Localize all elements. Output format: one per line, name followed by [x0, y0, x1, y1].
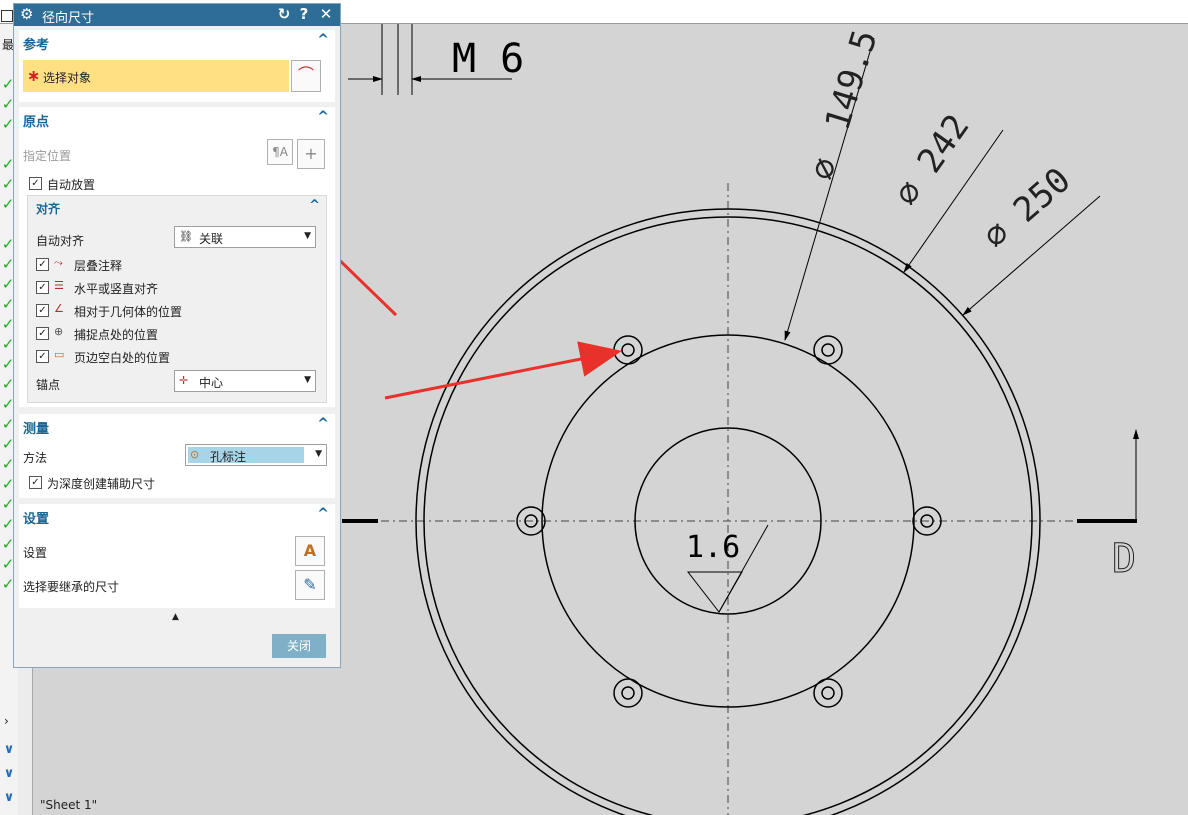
hole-1 — [613, 335, 643, 365]
chevron-down-icon: ▼ — [315, 449, 322, 459]
hole-6 — [813, 678, 843, 708]
origin-header[interactable]: 原点 — [23, 111, 49, 130]
collapse-caret-icon[interactable]: ^ — [317, 109, 329, 125]
horiz-vert-align-checkbox[interactable]: ✓ — [36, 281, 49, 294]
dialog-title: 径向尺寸 — [42, 11, 95, 26]
method-label: 方法 — [23, 451, 48, 465]
anchor-label: 锚点 — [36, 378, 61, 392]
auto-place-checkbox[interactable]: ✓ — [29, 177, 42, 190]
snap-point-checkbox[interactable]: ✓ — [36, 327, 49, 340]
associative-icon: ⛓ — [179, 230, 193, 243]
aux-dimension-label: 为深度创建辅助尺寸 — [47, 477, 156, 491]
dialog-titlebar[interactable]: ⚙ 径向尺寸 ↻ ? ✕ — [14, 4, 340, 26]
settings-header[interactable]: 设置 — [23, 508, 49, 527]
option-label: 页边空白处的位置 — [74, 351, 171, 365]
radial-dimension-dialog: ⚙ 径向尺寸 ↻ ? ✕ 参考 ^ ∗ 选择对象 ⌒ 原点 ^ 指定位置 ¶A … — [13, 3, 341, 668]
inherit-label: 选择要继承的尺寸 — [23, 580, 120, 594]
auto-place-label: 自动放置 — [47, 178, 96, 192]
diameter-symbol-1: ∅ — [802, 153, 846, 184]
dim-242-value: 242 — [910, 107, 978, 180]
select-arc-icon[interactable]: ⌒ — [291, 60, 321, 92]
close-icon[interactable]: ✕ — [318, 5, 334, 23]
eyedropper-icon[interactable]: ✎ — [295, 570, 325, 600]
chevron-down-icon[interactable]: ∨ — [1, 790, 17, 806]
corner-box — [1, 10, 13, 22]
snap-point-icon: ⊕ — [54, 325, 64, 338]
relative-geometry-checkbox[interactable]: ✓ — [36, 304, 49, 317]
gear-icon[interactable]: ⚙ — [20, 5, 33, 23]
help-icon[interactable]: ? — [296, 5, 312, 23]
hole-callout-icon: ⊙ — [190, 448, 200, 461]
auto-align-value: 关联 — [199, 232, 224, 246]
sheet-label: "Sheet 1" — [40, 798, 98, 812]
collapse-more-icon[interactable]: ▲ — [172, 612, 179, 622]
anchor-value: 中心 — [199, 376, 224, 390]
required-star-icon: ∗ — [27, 66, 41, 85]
option-label: 捕捉点处的位置 — [74, 328, 159, 342]
dim-242: ∅ 242 — [887, 107, 978, 213]
aux-dimension-checkbox[interactable]: ✓ — [29, 476, 42, 489]
text-origin-icon[interactable]: ¶A — [267, 139, 293, 165]
anchor-dropdown[interactable]: ✛ 中心 ▼ — [174, 370, 316, 392]
centerlines — [345, 183, 1080, 815]
collapse-caret-icon[interactable]: ^ — [317, 506, 329, 522]
point-origin-icon[interactable]: + — [297, 139, 325, 169]
close-button[interactable]: 关闭 — [272, 634, 326, 658]
select-object-row[interactable]: ∗ 选择对象 — [23, 60, 289, 92]
specify-location-label: 指定位置 — [23, 149, 72, 163]
chevron-down-icon[interactable]: ∨ — [1, 766, 17, 782]
dim-250-value: 250 — [1006, 160, 1079, 230]
settings-label: 设置 — [23, 546, 48, 560]
roughness-value: 1.6 — [686, 530, 740, 565]
red-arrow-2 — [384, 341, 622, 400]
align-header[interactable]: 对齐 — [36, 200, 60, 217]
settings-section: 设置 ^ 设置 A 选择要继承的尺寸 ✎ — [19, 504, 335, 608]
method-dropdown[interactable]: ⊙ 孔标注 ▼ — [185, 444, 327, 466]
stack-annotation-icon: ⤳ — [54, 256, 63, 269]
reference-section: 参考 ^ ∗ 选择对象 ⌒ — [19, 30, 335, 102]
reset-icon[interactable]: ↻ — [276, 5, 292, 23]
auto-align-dropdown[interactable]: ⛓ 关联 ▼ — [174, 226, 316, 248]
relative-geometry-icon: ∠ — [54, 302, 64, 315]
method-value: 孔标注 — [210, 450, 247, 464]
option-label: 水平或竖直对齐 — [74, 282, 159, 296]
anchor-center-icon: ✛ — [179, 374, 189, 387]
collapse-caret-icon[interactable]: ^ — [309, 198, 320, 213]
select-object-label: 选择对象 — [43, 71, 92, 85]
chevron-down-icon[interactable]: ∨ — [1, 742, 17, 758]
section-letter: D — [1112, 536, 1136, 582]
dim-149-value: 149.5 — [818, 25, 886, 135]
chevron-down-icon: ▼ — [304, 375, 311, 385]
measure-section: 测量 ^ 方法 ⊙ 孔标注 ▼ ✓ 为深度创建辅助尺寸 — [19, 414, 335, 498]
diameter-symbol-2: ∅ — [887, 173, 932, 213]
hole-5 — [613, 678, 643, 708]
collapse-caret-icon[interactable]: ^ — [317, 32, 329, 48]
option-label: 相对于几何体的位置 — [74, 305, 183, 319]
expand-chevron-icon[interactable]: › — [4, 714, 9, 728]
dim-149: ∅ 149.5 — [802, 25, 885, 184]
measure-header[interactable]: 测量 — [23, 418, 49, 437]
origin-section: 原点 ^ 指定位置 ¶A + ✓ 自动放置 对齐 ^ 自动对齐 ⛓ 关联 ▼ ✓… — [19, 107, 335, 407]
settings-style-icon[interactable]: A — [295, 536, 325, 566]
collapse-caret-icon[interactable]: ^ — [317, 416, 329, 432]
auto-align-label: 自动对齐 — [36, 234, 85, 248]
hole-2 — [813, 335, 843, 365]
align-subsection: 对齐 ^ 自动对齐 ⛓ 关联 ▼ ✓ ⤳ 层叠注释 ✓ ☰ 水平或竖直对齐 ✓ … — [27, 195, 327, 403]
option-label: 层叠注释 — [74, 259, 123, 273]
diameter-symbol-3: ∅ — [976, 213, 1018, 257]
thread-label: M 6 — [452, 36, 524, 82]
stack-annotation-checkbox[interactable]: ✓ — [36, 258, 49, 271]
margin-position-icon: ▭ — [54, 348, 65, 361]
horiz-vert-align-icon: ☰ — [54, 279, 64, 292]
margin-position-checkbox[interactable]: ✓ — [36, 350, 49, 363]
reference-header[interactable]: 参考 — [23, 34, 49, 53]
chevron-down-icon: ▼ — [304, 231, 311, 241]
dim-250: ∅ 250 — [976, 160, 1079, 257]
